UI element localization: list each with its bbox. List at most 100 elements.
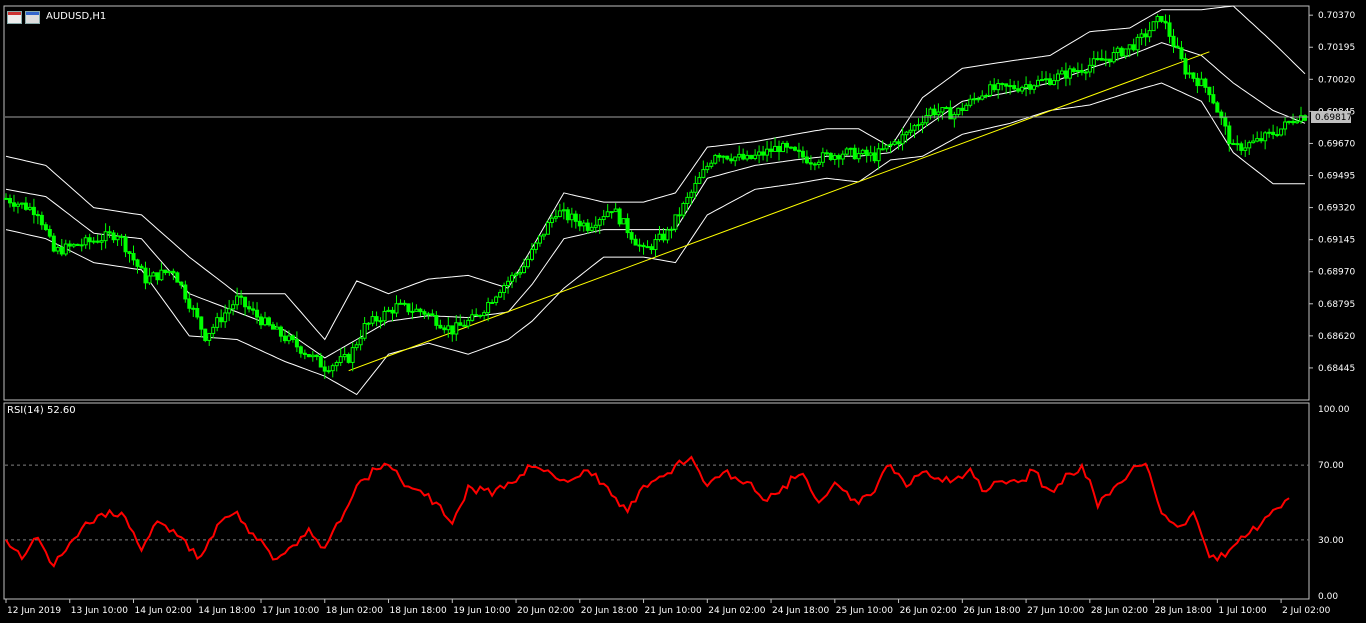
- candle-body: [59, 246, 64, 255]
- candle-body: [1303, 115, 1307, 121]
- candle-body: [270, 324, 275, 330]
- candle-body: [342, 353, 347, 358]
- candle-body: [537, 235, 542, 244]
- candle-body: [721, 155, 726, 158]
- candle-body: [191, 307, 196, 310]
- candle-body: [1203, 78, 1208, 88]
- candle-body: [1079, 70, 1084, 73]
- candle-body: [645, 246, 650, 249]
- candle-body: [1059, 70, 1064, 75]
- candle-body: [613, 208, 618, 213]
- candle-body: [784, 142, 789, 148]
- candle-body: [765, 148, 770, 156]
- time-tick-label: 27 Jun 10:00: [1027, 606, 1084, 616]
- candle-body: [1000, 83, 1005, 86]
- chart-window-icon[interactable]: [7, 11, 22, 24]
- candle-body: [1123, 48, 1128, 57]
- candle-body: [39, 214, 44, 226]
- candle-body: [968, 98, 973, 106]
- candle-body: [318, 356, 323, 368]
- candle-body: [808, 162, 813, 165]
- candle-body: [187, 298, 192, 309]
- candle-body: [1103, 58, 1108, 61]
- candle-body: [143, 267, 148, 284]
- candle-body: [848, 147, 853, 150]
- candle-body: [1191, 72, 1196, 79]
- time-tick-label: 14 Jun 02:00: [135, 606, 192, 616]
- candle-body: [231, 304, 236, 310]
- candle-body: [115, 235, 120, 241]
- candle-body: [314, 354, 319, 358]
- candle-body: [1063, 70, 1068, 79]
- candle-body: [171, 270, 176, 274]
- candle-body: [557, 210, 562, 218]
- candle-body: [502, 285, 507, 293]
- time-tick-label: 17 Jun 10:00: [262, 606, 319, 616]
- candle-body: [796, 149, 801, 152]
- price-tick-label: 0.70195: [1318, 43, 1355, 53]
- candle-body: [111, 232, 116, 241]
- candle-body: [1263, 132, 1268, 142]
- candle-body: [1111, 52, 1116, 63]
- time-tick-label: 24 Jun 18:00: [772, 606, 829, 616]
- time-tick-label: 24 Jun 02:00: [708, 606, 765, 616]
- candle-body: [11, 202, 16, 207]
- candle-body: [872, 152, 877, 162]
- candle-body: [290, 335, 295, 341]
- candle-body: [454, 322, 459, 335]
- price-tick-label: 0.70370: [1318, 11, 1355, 21]
- time-tick-label: 26 Jun 18:00: [963, 606, 1020, 616]
- candle-body: [63, 243, 68, 255]
- candle-body: [1119, 47, 1124, 57]
- candle-body: [669, 228, 674, 231]
- candle-body: [529, 248, 534, 260]
- candle-body: [804, 156, 809, 164]
- candle-body: [51, 235, 56, 252]
- candle-body: [1183, 58, 1188, 75]
- candle-body: [366, 322, 371, 325]
- candle-body: [665, 229, 670, 241]
- candle-body: [466, 319, 471, 327]
- candle-body: [681, 202, 686, 216]
- candle-body: [31, 206, 36, 216]
- candle-body: [350, 347, 355, 363]
- candle-body: [7, 198, 12, 204]
- candle-body: [1016, 88, 1021, 92]
- candle-body: [430, 313, 435, 317]
- candle-body: [1004, 83, 1009, 87]
- candle-body: [1028, 84, 1033, 90]
- candle-body: [932, 108, 937, 116]
- chart-window-icon-2[interactable]: [25, 11, 40, 24]
- candle-body: [1155, 15, 1160, 23]
- candle-body: [605, 211, 610, 218]
- candle-body: [601, 216, 606, 221]
- candle-body: [781, 142, 786, 153]
- candle-body: [828, 152, 833, 160]
- time-tick-label: 1 Jul 10:00: [1218, 606, 1267, 616]
- candle-body: [259, 316, 264, 326]
- candle-body: [737, 153, 742, 158]
- candle-body: [326, 370, 331, 373]
- candle-body: [553, 216, 558, 219]
- candle-body: [980, 95, 985, 100]
- candle-body: [107, 231, 112, 234]
- candle-body: [701, 169, 706, 178]
- rsi-tick-label: 70.00: [1318, 461, 1344, 471]
- candle-body: [896, 141, 901, 145]
- candle-body: [55, 246, 60, 252]
- candle-body: [1115, 47, 1120, 54]
- candle-body: [908, 129, 913, 133]
- candle-body: [95, 240, 100, 243]
- candle-body: [227, 308, 232, 314]
- candle-body: [1107, 58, 1112, 63]
- candle-body: [633, 238, 638, 246]
- candle-body: [693, 182, 698, 193]
- candle-body: [1159, 15, 1164, 22]
- candle-body: [251, 308, 256, 311]
- price-tick-label: 0.70020: [1318, 75, 1355, 85]
- candle-body: [223, 312, 228, 323]
- candle-body: [203, 328, 208, 341]
- candle-body: [99, 240, 104, 243]
- candle-body: [470, 314, 475, 321]
- candle-body: [27, 206, 32, 210]
